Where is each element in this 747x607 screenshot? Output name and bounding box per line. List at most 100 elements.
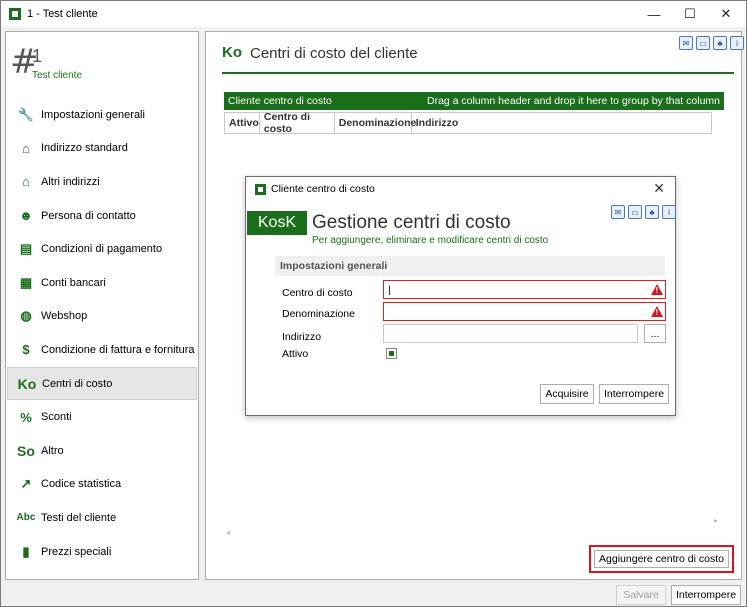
chart-icon: ↗ [20,476,32,492]
grid-group-header[interactable]: Cliente centro di costo Drag a column he… [224,92,724,110]
bars-icon: ▮ [22,543,30,559]
dialog-close-icon[interactable]: ✕ [653,180,665,197]
sidebar-item-indirizzo-standard[interactable]: ⌂ Indirizzo standard [7,132,197,166]
dialog-mail-icon[interactable]: ✉ [611,205,625,219]
sidebar-item-centri-di-costo[interactable]: Ko Centri di costo [7,366,197,401]
active-label: Attivo [282,348,309,360]
sidebar-nav: 🔧 Impostazioni generali ⌂ Indirizzo standar… [7,98,197,568]
dialog-app-icon [255,184,266,195]
cost-center-input[interactable]: | [383,280,666,299]
sidebar-item-testi-del-cliente[interactable]: Abc Testi del cliente [7,501,197,535]
sidebar-item-label: Conti bancari [41,276,106,289]
address-label: Indirizzo [282,331,322,343]
denomination-warning-icon: ! [651,306,663,317]
sidebar-item-label: Condizione di fattura e fornitura [41,343,195,356]
sidebar-item-condizioni-di-pagamento[interactable]: ▤ Condizioni di pagamento [7,232,197,266]
dialog-window-icon[interactable]: ▭ [628,205,642,219]
browse-button[interactable]: ... [644,324,666,343]
sidebar-item-sconti[interactable]: % Sconti [7,400,197,434]
houses-icon: ⌂ [22,174,30,190]
sidebar-item-codice-statistica[interactable]: ↗ Codice statistica [7,468,197,502]
sidebar-item-impostazioni-generali[interactable]: 🔧 Impostazioni generali [7,98,197,132]
sidebar-item-conti-bancari[interactable]: ▦ Conti bancari [7,266,197,300]
sidebar-item-condizione-di-fattura-e-fornitura[interactable]: $ Condizione di fattura e fornitura [7,333,197,367]
save-button[interactable]: Salvare [616,585,666,605]
record-name: Test cliente [32,70,83,81]
sidebar-item-altro[interactable]: So Altro [7,434,197,468]
sidebar-item-label: Altro [41,444,64,457]
title-underline [222,72,734,74]
globe-icon: ◍ [20,308,32,324]
sidebar-item-label: Altri indirizzi [41,175,100,188]
cost-center-warning-icon: ! [651,284,663,295]
column-indirizzo[interactable]: Indirizzo [412,113,711,133]
info-icon[interactable]: i [730,36,744,50]
active-checkbox[interactable] [386,348,397,359]
sidebar-item-label: Testi del cliente [41,511,117,524]
cost-center-dialog: Cliente centro di costo ✕ KosK Gestione … [245,176,676,416]
money-icon: $ [22,342,30,358]
scroll-left-icon[interactable]: ◂ [226,528,230,537]
so-icon: So [17,442,35,459]
title-bar: 1 - Test cliente — ☐ ✕ [1,1,746,27]
record-number: 1 [32,46,43,66]
window-title: 1 - Test cliente [27,8,98,20]
toolbar-icons: ✉ ▭ ♣ i [679,36,744,50]
column-centro-di-costo[interactable]: Centro di costo [260,111,335,135]
sidebar-item-altri-indirizzi[interactable]: ⌂ Altri indirizzi [7,165,197,199]
kosk-badge: KosK [247,211,307,235]
sidebar-item-label: Prezzi speciali [41,545,112,558]
dialog-heading: Gestione centri di costo [312,212,511,233]
home-icon: ⌂ [22,140,30,156]
ko-icon: Ko [17,375,37,392]
column-denominazione[interactable]: Denominazione [335,113,416,133]
sidebar-item-label: Webshop [41,310,88,323]
add-cost-center-button[interactable]: Aggiungere centro di costo [594,550,729,568]
mail-icon[interactable]: ✉ [679,36,693,50]
group-hint: Drag a column header and drop it here to… [426,95,720,107]
sidebar-item-label: Codice statistica [41,478,122,491]
sidebar-item-label: Persona di contatto [41,209,136,222]
scroll-right-icon[interactable]: ▸ [714,516,718,525]
close-button[interactable]: ✕ [708,1,744,27]
person-icon: ☻ [19,208,33,224]
sidebar: # 1 Test cliente 🔧 Impostazioni generali ⌂… [5,31,199,580]
sidebar-item-webshop[interactable]: ◍ Webshop [7,300,197,334]
dialog-subtitle: Per aggiungere, eliminare e modificare c… [312,235,549,246]
maximize-button[interactable]: ☐ [672,1,708,27]
denomination-input[interactable] [383,302,666,321]
register-icon: ▤ [19,241,33,257]
page-title: Centri di costo del cliente [250,45,418,62]
window-icon[interactable]: ▭ [696,36,710,50]
cancel-button[interactable]: Interrompere [671,585,741,605]
minimize-button[interactable]: — [636,1,672,27]
grid-title: Cliente centro di costo [228,95,332,107]
cost-center-label: Centro di costo [282,287,353,299]
dialog-title: Cliente centro di costo [271,183,375,195]
sidebar-item-label: Sconti [41,411,72,424]
percent-icon: % [20,409,32,425]
address-input[interactable] [383,324,638,343]
dialog-users-icon[interactable]: ♣ [645,205,659,219]
dialog-cancel-button[interactable]: Interrompere [599,384,669,404]
denomination-label: Denominazione [282,308,355,320]
sidebar-item-label: Impostazioni generali [41,108,145,121]
acquire-button[interactable]: Acquisire [540,384,594,404]
dialog-toolbar-icons: ✉ ▭ ♣ i [611,205,676,219]
dialog-info-icon[interactable]: i [662,205,676,219]
bank-icon: ▦ [19,274,33,290]
grid-column-headers: Attivo Centro di costo Denominazione Ind… [224,111,712,135]
wrench-icon: 🔧 [17,106,35,122]
section-header: Impostazioni generali [275,256,665,276]
users-icon[interactable]: ♣ [713,36,727,50]
column-attivo[interactable]: Attivo [225,113,260,133]
sidebar-item-label: Condizioni di pagamento [41,243,163,256]
sidebar-item-label: Centri di costo [42,377,113,390]
ko-icon: Ko [222,44,242,61]
dialog-title-bar: Cliente centro di costo ✕ [246,177,675,201]
abc-icon: Abc [16,512,36,524]
sidebar-item-prezzi-speciali[interactable]: ▮ Prezzi speciali [7,535,197,569]
sidebar-item-persona-di-contatto[interactable]: ☻ Persona di contatto [7,199,197,233]
sidebar-item-label: Indirizzo standard [41,142,128,155]
main-window: 1 - Test cliente — ☐ ✕ # 1 Test cliente … [0,0,747,607]
